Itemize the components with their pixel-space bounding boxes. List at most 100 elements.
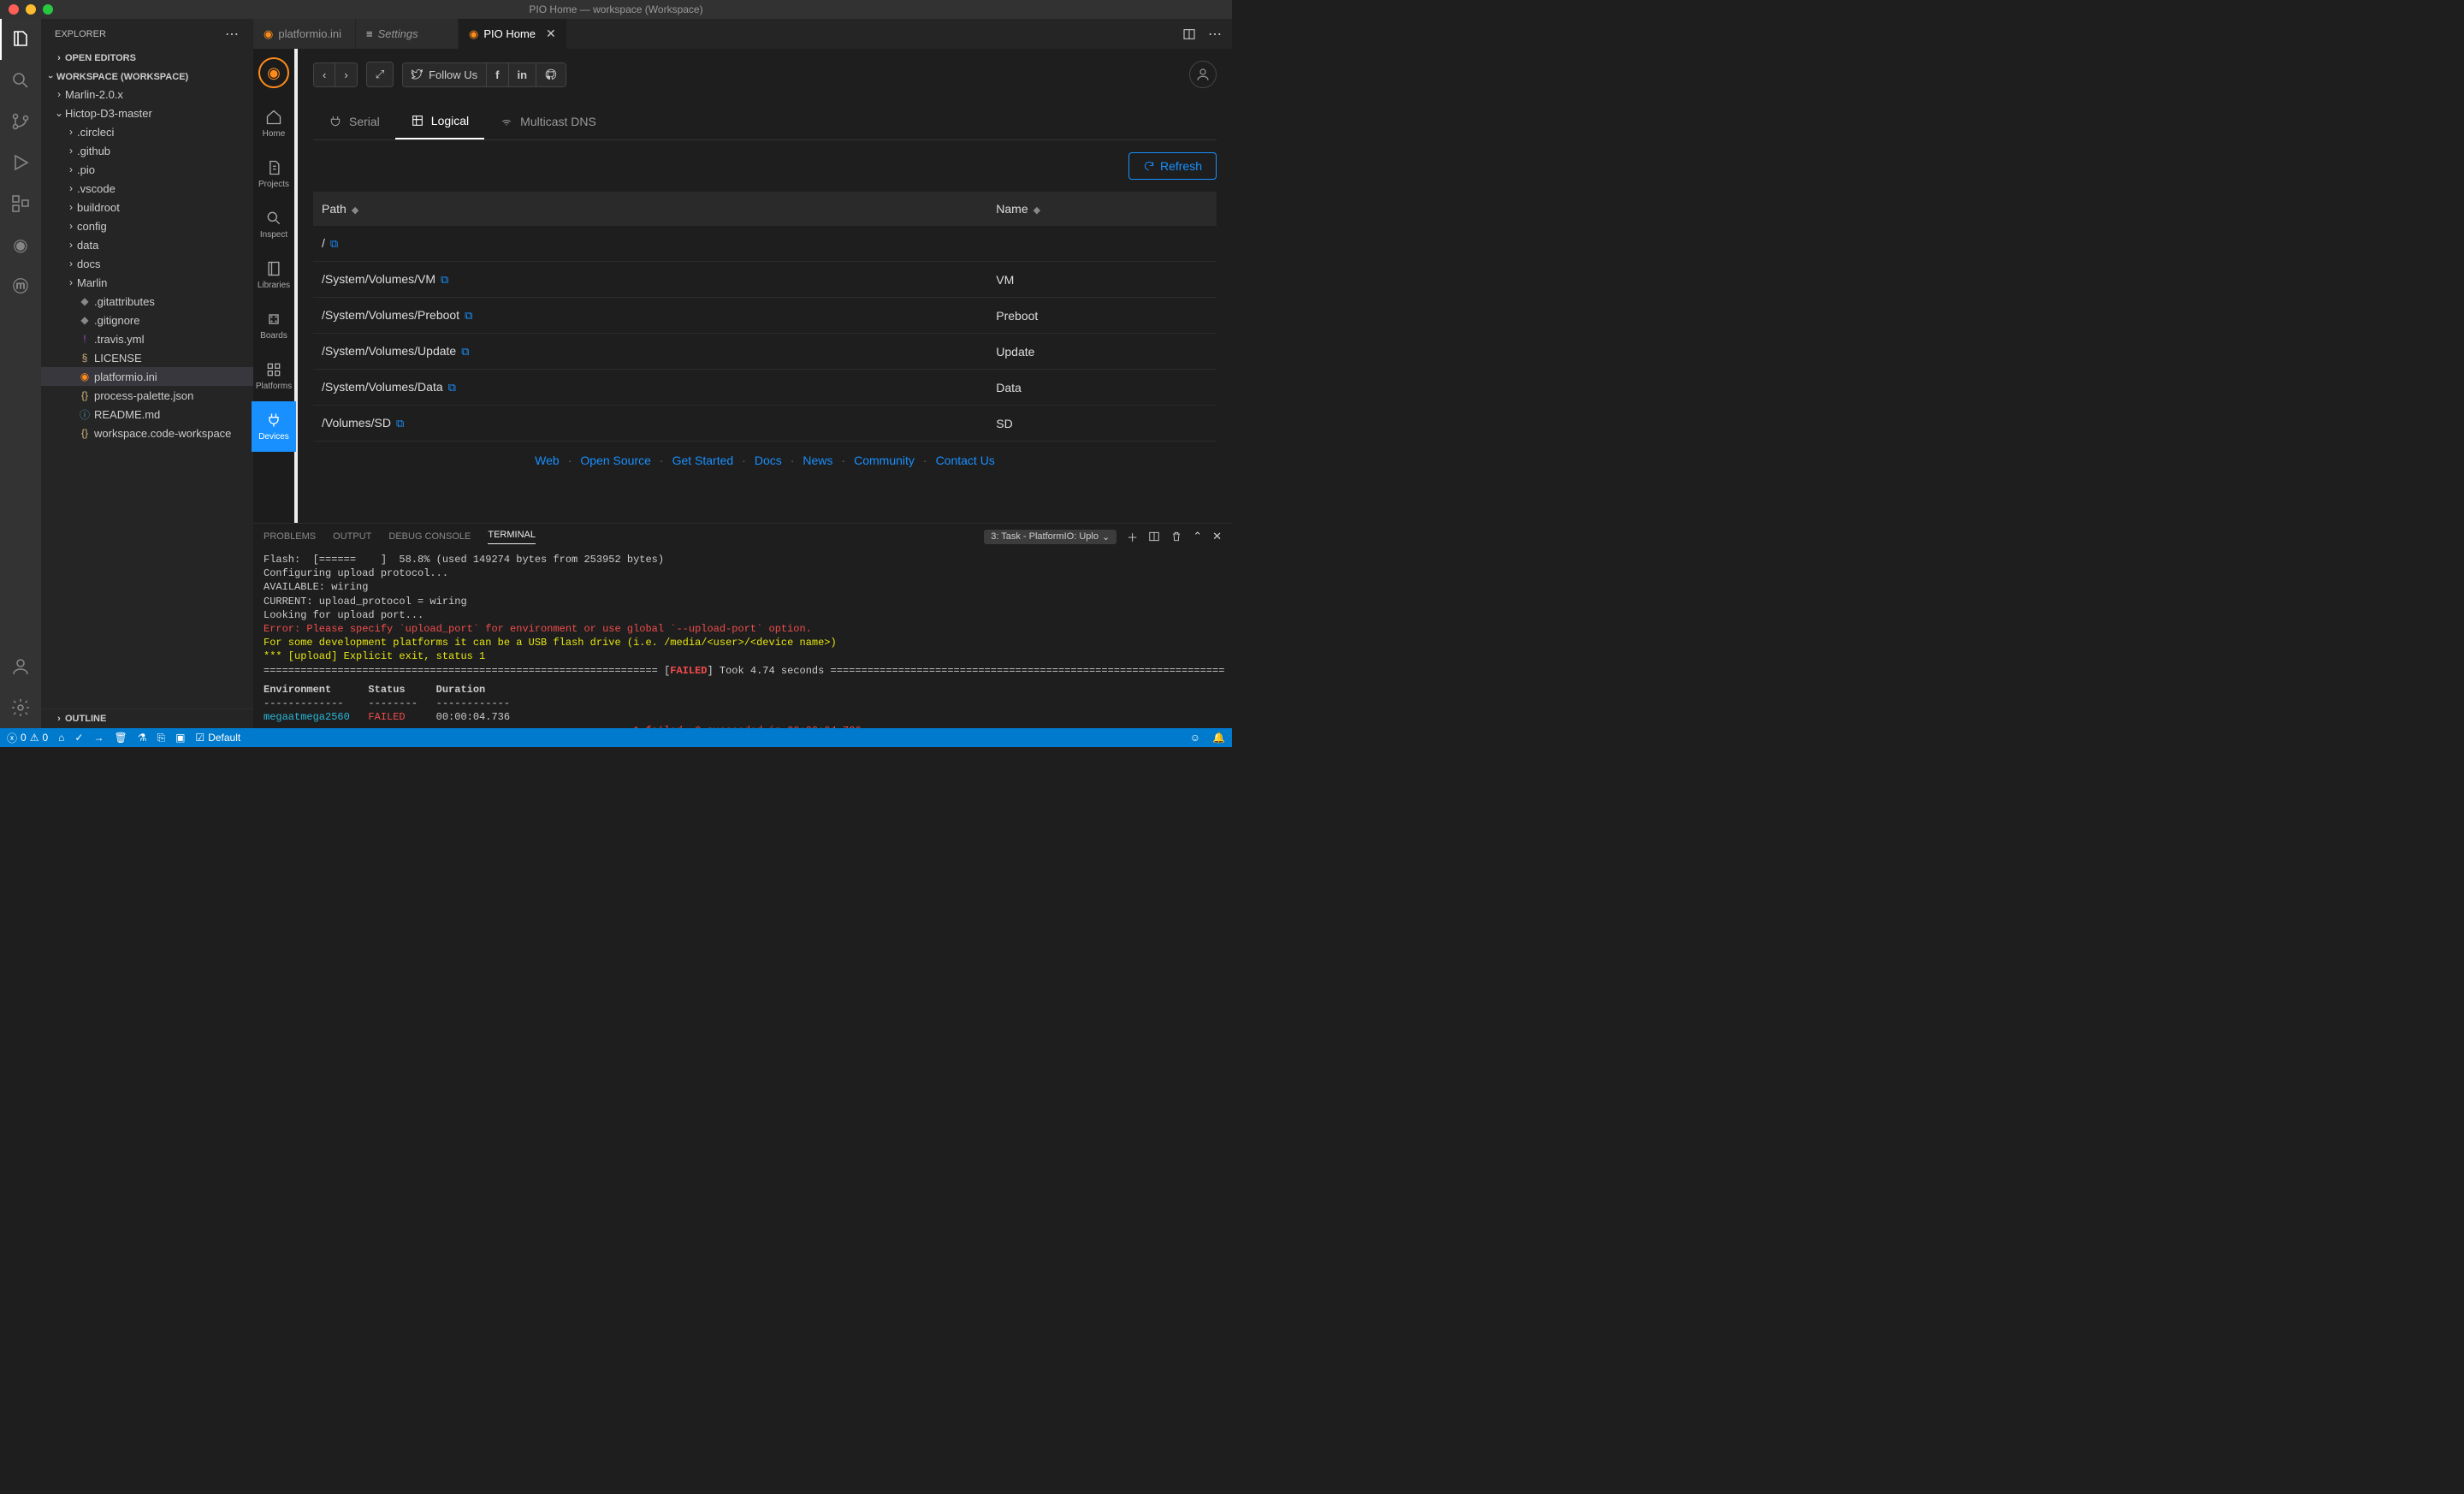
status-terminal-icon[interactable]: ▣ (175, 732, 185, 744)
chip-icon (265, 311, 282, 328)
activity-scm[interactable] (0, 101, 41, 142)
terminal-selector[interactable]: 3: Task - PlatformIO: Uplo ⌄ (984, 530, 1116, 544)
split-editor-icon[interactable] (1182, 27, 1196, 41)
maximize-panel-icon[interactable]: ⌃ (1193, 530, 1202, 543)
pio-nav-platforms[interactable]: Platforms (252, 351, 296, 401)
activity-settings[interactable] (0, 687, 41, 728)
tree-item-data[interactable]: ›data (41, 235, 253, 254)
editor-tab-pio-home[interactable]: ◉PIO Home✕ (459, 19, 567, 49)
github-button[interactable] (536, 63, 566, 86)
tree-item--gitattributes[interactable]: ◆.gitattributes (41, 292, 253, 311)
nav-back-button[interactable]: ‹ (314, 63, 335, 86)
tree-item-config[interactable]: ›config (41, 216, 253, 235)
new-terminal-icon[interactable]: ＋ (1127, 529, 1138, 545)
close-tab-icon[interactable]: ✕ (546, 27, 556, 41)
tree-item--vscode[interactable]: ›.vscode (41, 179, 253, 198)
panel-tab-debug-console[interactable]: DEBUG CONSOLE (388, 531, 471, 542)
file-icon: {} (77, 389, 92, 401)
footer-link-web[interactable]: Web (535, 454, 560, 467)
copy-icon[interactable]: ⧉ (448, 381, 456, 394)
pio-nav-projects[interactable]: Projects (252, 149, 296, 199)
panel-tab-terminal[interactable]: TERMINAL (488, 530, 536, 544)
more-actions-icon[interactable]: ⋯ (1208, 26, 1222, 43)
close-panel-icon[interactable]: ✕ (1212, 530, 1222, 543)
trash-icon[interactable] (1170, 531, 1182, 542)
status-errors[interactable]: ⓧ0 ⚠0 (7, 731, 48, 745)
tree-item-workspace-code-workspace[interactable]: {}workspace.code-workspace (41, 424, 253, 442)
tree-item--travis-yml[interactable]: !.travis.yml (41, 329, 253, 348)
fullscreen-button[interactable]: ⤢ (366, 62, 394, 87)
footer-link-open-source[interactable]: Open Source (580, 454, 651, 467)
column-name[interactable]: Name◆ (996, 202, 1208, 216)
tree-item--circleci[interactable]: ›.circleci (41, 122, 253, 141)
editor-tab-settings[interactable]: ≡Settings (356, 19, 459, 49)
workspace-header[interactable]: › WORKSPACE (WORKSPACE) (41, 69, 253, 85)
device-tab-serial[interactable]: Serial (313, 104, 395, 139)
copy-icon[interactable]: ⧉ (330, 237, 338, 250)
activity-pio[interactable]: ◉ (0, 224, 41, 265)
follow-us-button[interactable]: Follow Us (403, 63, 487, 86)
outline-header[interactable]: › OUTLINE (41, 711, 253, 726)
activity-extensions[interactable] (0, 183, 41, 224)
footer-link-docs[interactable]: Docs (755, 454, 782, 467)
facebook-button[interactable]: f (487, 63, 508, 86)
status-bell-icon[interactable]: 🔔 (1212, 732, 1225, 744)
pio-nav-inspect[interactable]: Inspect (252, 199, 296, 250)
tree-item-marlin[interactable]: ›Marlin (41, 273, 253, 292)
pio-logo-icon[interactable]: ◉ (258, 57, 289, 88)
tree-item-hictop-d3-master[interactable]: ⌄Hictop-D3-master (41, 104, 253, 122)
status-home-icon[interactable]: ⌂ (58, 732, 64, 744)
status-feedback-icon[interactable]: ☺ (1190, 732, 1200, 744)
footer-link-get-started[interactable]: Get Started (672, 454, 734, 467)
nav-forward-button[interactable]: › (335, 63, 356, 86)
activity-account[interactable] (0, 646, 41, 687)
window-maximize-button[interactable] (43, 4, 53, 15)
status-check-icon[interactable]: ✓ (74, 732, 83, 744)
status-plug-icon[interactable]: ⎘ (157, 732, 165, 744)
device-tab-logical[interactable]: Logical (395, 104, 484, 139)
activity-search[interactable] (0, 60, 41, 101)
status-trash-icon[interactable]: 🗑 (114, 732, 127, 744)
activity-run[interactable] (0, 142, 41, 183)
user-avatar[interactable] (1189, 61, 1217, 88)
linkedin-button[interactable]: in (509, 63, 537, 86)
copy-icon[interactable]: ⧉ (441, 273, 448, 286)
pio-nav-home[interactable]: Home (252, 98, 296, 149)
device-tab-multicast-dns[interactable]: Multicast DNS (484, 104, 612, 139)
tree-item-platformio-ini[interactable]: ◉platformio.ini (41, 367, 253, 386)
explorer-more-icon[interactable]: ⋯ (225, 26, 240, 43)
tree-item-buildroot[interactable]: ›buildroot (41, 198, 253, 216)
copy-icon[interactable]: ⧉ (465, 309, 472, 322)
open-editors-header[interactable]: › OPEN EDITORS (41, 50, 253, 66)
tree-item-process-palette-json[interactable]: {}process-palette.json (41, 386, 253, 405)
copy-icon[interactable]: ⧉ (461, 345, 469, 358)
tree-item--gitignore[interactable]: ◆.gitignore (41, 311, 253, 329)
panel-tab-output[interactable]: OUTPUT (333, 531, 371, 542)
footer-link-news[interactable]: News (803, 454, 832, 467)
tree-item--github[interactable]: ›.github (41, 141, 253, 160)
copy-icon[interactable]: ⧉ (396, 417, 404, 430)
tree-item--pio[interactable]: ›.pio (41, 160, 253, 179)
activity-marlin[interactable]: ⓜ (0, 265, 41, 306)
tree-item-docs[interactable]: ›docs (41, 254, 253, 273)
panel-tab-problems[interactable]: PROBLEMS (264, 531, 316, 542)
footer-link-contact-us[interactable]: Contact Us (936, 454, 995, 467)
footer-link-community[interactable]: Community (854, 454, 915, 467)
pio-nav-devices[interactable]: Devices (252, 401, 296, 452)
refresh-button[interactable]: Refresh (1128, 152, 1217, 180)
tree-item-license[interactable]: §LICENSE (41, 348, 253, 367)
tree-item-readme-md[interactable]: ⓘREADME.md (41, 405, 253, 424)
tree-item-marlin-2-0-x[interactable]: ›Marlin-2.0.x (41, 85, 253, 104)
window-close-button[interactable] (9, 4, 19, 15)
window-minimize-button[interactable] (26, 4, 36, 15)
column-path[interactable]: Path◆ (322, 202, 996, 216)
pio-nav-libraries[interactable]: Libraries (252, 250, 296, 300)
terminal-output[interactable]: Flash: [====== ] 58.8% (used 149274 byte… (253, 549, 1232, 728)
status-env[interactable]: ☑ Default (195, 732, 240, 744)
editor-tab-platformio-ini[interactable]: ◉platformio.ini (253, 19, 356, 49)
split-terminal-icon[interactable] (1148, 531, 1160, 542)
status-arrow-icon[interactable]: → (93, 732, 104, 744)
activity-explorer[interactable] (0, 19, 41, 60)
status-beaker-icon[interactable]: ⚗ (138, 732, 147, 744)
pio-nav-boards[interactable]: Boards (252, 300, 296, 351)
